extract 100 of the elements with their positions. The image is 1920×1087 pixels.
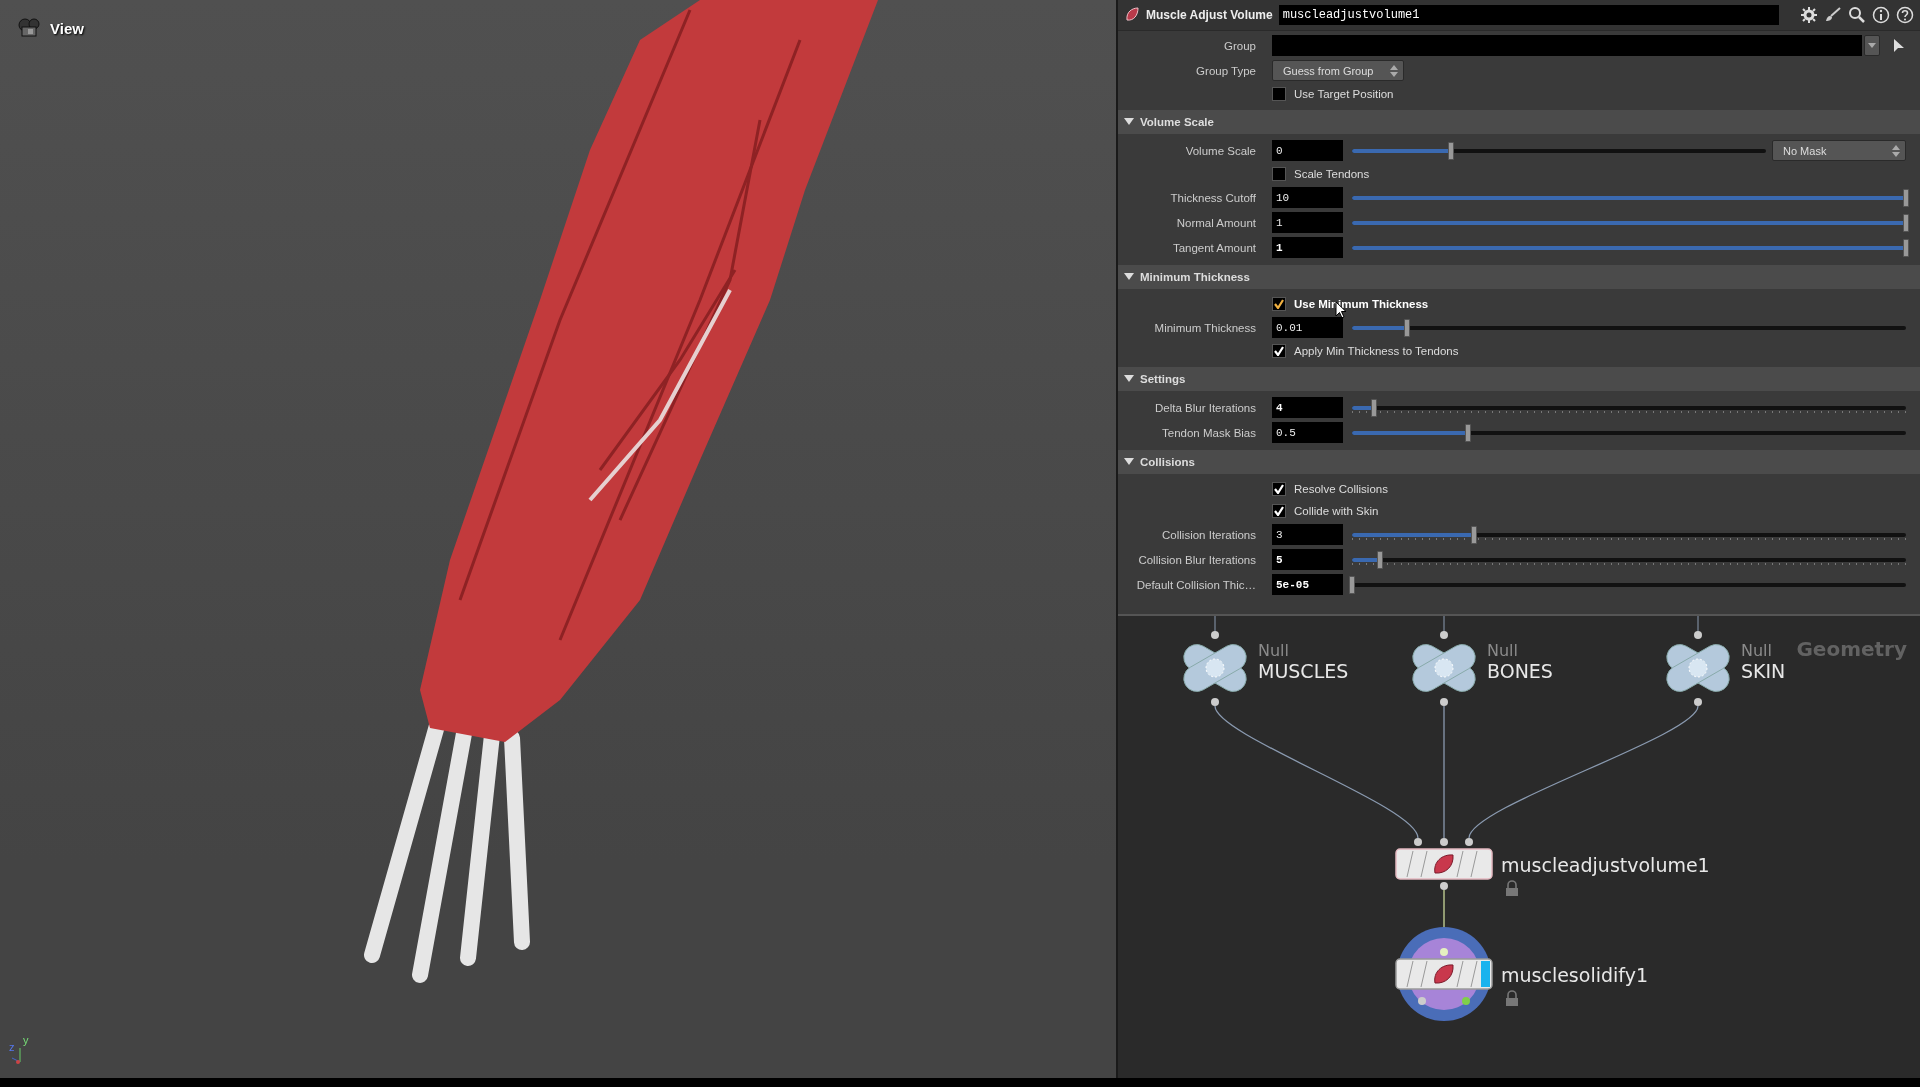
value-field[interactable]: 0.5 [1272, 422, 1343, 443]
slider-handle[interactable] [1903, 188, 1909, 207]
parameter-label: Tendon Mask Bias [1161, 426, 1256, 439]
slider-handle[interactable] [1371, 398, 1378, 417]
checkbox-label: Collide with Skin [1294, 505, 1379, 517]
slider-track[interactable] [1352, 532, 1906, 537]
slider-track[interactable] [1352, 405, 1906, 410]
parameter-label: Default Collision Thic… [1135, 578, 1256, 591]
slider-track[interactable] [1352, 220, 1906, 225]
checkbox[interactable] [1272, 167, 1286, 181]
gear-icon[interactable] [1800, 6, 1818, 24]
slider-handle[interactable] [1903, 238, 1909, 257]
search-icon[interactable] [1848, 6, 1866, 24]
node-connector[interactable] [1440, 882, 1448, 890]
expand-icon[interactable] [1124, 375, 1134, 383]
slider-handle[interactable] [1376, 550, 1383, 569]
checkbox[interactable] [1272, 344, 1286, 358]
null-node-icon[interactable] [1666, 644, 1730, 692]
checkbox[interactable] [1272, 87, 1286, 101]
checkbox[interactable] [1272, 297, 1286, 311]
brush-icon[interactable] [1824, 6, 1842, 24]
node-type-label: Muscle Adjust Volume [1146, 8, 1273, 22]
slider-handle[interactable] [1404, 318, 1411, 337]
node-connector[interactable] [1418, 997, 1426, 1005]
null-node-icon[interactable] [1412, 644, 1476, 692]
node-name: MUSCLES [1258, 660, 1349, 682]
checkbox-label: Apply Min Thickness to Tendons [1294, 345, 1459, 357]
node-name: musclesolidify1 [1501, 964, 1648, 986]
null-node-icon[interactable] [1183, 644, 1247, 692]
parameter-label: Tangent Amount [1171, 241, 1256, 254]
group-field[interactable] [1272, 35, 1862, 56]
lock-icon [1506, 880, 1518, 896]
value-field[interactable]: 3 [1272, 524, 1343, 545]
node-connector[interactable] [1414, 838, 1422, 846]
section-header[interactable]: Volume Scale [1118, 110, 1920, 134]
checkbox-label: Scale Tendons [1294, 168, 1370, 180]
camera-icon[interactable] [16, 16, 42, 40]
slider-handle[interactable] [1470, 525, 1477, 544]
leaf-icon [1434, 854, 1454, 874]
slider-handle[interactable] [1903, 213, 1909, 232]
node-connector[interactable] [1440, 698, 1448, 706]
section-title: Minimum Thickness [1140, 271, 1250, 283]
value-field[interactable]: 10 [1272, 187, 1343, 208]
slider-track[interactable] [1352, 557, 1906, 562]
parameter-label: Normal Amount [1175, 216, 1256, 229]
expand-icon[interactable] [1124, 458, 1134, 466]
slider-handle[interactable] [1349, 575, 1355, 594]
node-connector[interactable] [1694, 698, 1702, 706]
value-field[interactable]: 1 [1272, 212, 1343, 233]
updown-arrow-icon [1892, 145, 1900, 157]
section-title: Settings [1140, 373, 1186, 385]
value-field[interactable]: 1 [1272, 237, 1343, 258]
slider-handle[interactable] [1448, 141, 1455, 160]
section-header[interactable]: Minimum Thickness [1118, 265, 1920, 289]
slider-track[interactable] [1352, 582, 1906, 587]
node-connector[interactable] [1440, 838, 1448, 846]
value-field[interactable]: 0.01 [1272, 317, 1343, 338]
value-field[interactable]: 5 [1272, 549, 1343, 570]
node-connector[interactable] [1465, 838, 1473, 846]
node-connector[interactable] [1440, 631, 1448, 639]
parameter-label: Collision Iterations [1161, 528, 1256, 541]
checkbox[interactable] [1272, 482, 1286, 496]
node-name: muscleadjustvolume1 [1501, 854, 1710, 876]
expand-icon[interactable] [1124, 273, 1134, 281]
section-header[interactable]: Collisions [1118, 450, 1920, 474]
axis-label: z [9, 1041, 15, 1053]
expand-icon[interactable] [1124, 118, 1134, 126]
node-type-label: Null [1741, 641, 1772, 660]
slider-handle[interactable] [1465, 423, 1472, 442]
node-type-label: Null [1487, 641, 1518, 660]
leaf-icon[interactable] [1124, 6, 1140, 24]
slider-track[interactable] [1352, 195, 1906, 200]
section-header[interactable]: Settings [1118, 367, 1920, 391]
node-connector[interactable] [1211, 698, 1219, 706]
dropdown-menu[interactable]: No Mask [1772, 140, 1906, 161]
node-connector[interactable] [1694, 631, 1702, 639]
caret-icon [1868, 42, 1876, 49]
slider-track[interactable] [1352, 148, 1766, 153]
node-connector[interactable] [1440, 948, 1448, 956]
slider-track[interactable] [1352, 430, 1906, 435]
help-icon[interactable] [1896, 6, 1914, 24]
node-connector[interactable] [1462, 997, 1470, 1005]
slider-track[interactable] [1352, 245, 1906, 250]
node-connector[interactable] [1211, 631, 1219, 639]
checkbox-label: Use Target Position [1294, 88, 1394, 100]
value-field[interactable]: 0 [1272, 140, 1343, 161]
info-icon[interactable] [1872, 6, 1890, 24]
value-field[interactable]: 4 [1272, 397, 1343, 418]
slider-track[interactable] [1352, 325, 1906, 330]
checkbox-label: Use Minimum Thickness [1294, 298, 1429, 310]
dropdown-menu[interactable]: Guess from Group [1272, 60, 1404, 81]
node-name: SKIN [1741, 660, 1786, 682]
parameter-label: Delta Blur Iterations [1154, 401, 1256, 414]
node-tile[interactable] [1395, 848, 1493, 880]
node-name-field[interactable]: muscleadjustvolume1 [1278, 5, 1779, 25]
value-field[interactable]: 5e-05 [1272, 574, 1343, 595]
parameter-label: Group Type [1195, 64, 1256, 77]
pointer-icon[interactable] [1892, 37, 1906, 54]
dropdown-button[interactable] [1864, 35, 1880, 56]
checkbox[interactable] [1272, 504, 1286, 518]
